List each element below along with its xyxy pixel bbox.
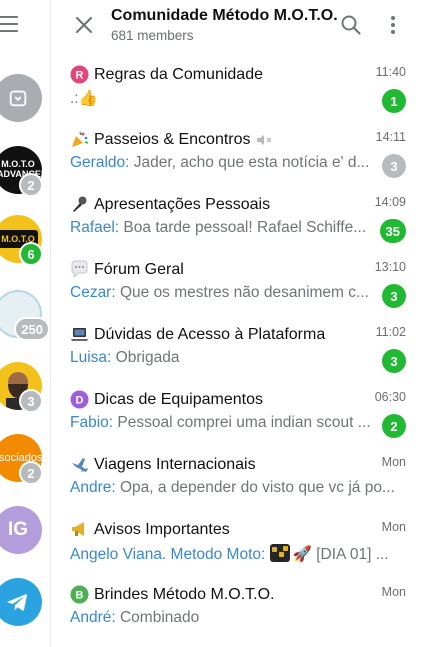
list-item[interactable]: B Brindes Método M.O.T.O. Mon André: Com… [51, 572, 421, 637]
last-message: Rafael: Boa tarde pessoal! Rafael Schiff… [70, 219, 367, 236]
list-item[interactable]: D Dicas de Equipamentos 06:30 Fabio: Pes… [51, 377, 421, 442]
topic-name: Apresentações Pessoais [70, 195, 270, 214]
laptop-icon [70, 325, 89, 344]
page-title: Comunidade Método M.O.T.O. [111, 7, 338, 24]
unread-badge: 3 [19, 389, 43, 413]
more-vertical-icon [391, 16, 395, 34]
letter-r-icon: R [70, 65, 89, 84]
list-item[interactable]: Dúvidas de Acesso à Plataforma 11:02 Lui… [51, 312, 421, 377]
muted-icon [256, 133, 272, 147]
topic-name: Viagens Internacionais [70, 455, 256, 474]
last-message: Andre: Opa, a depender do visto que vc j… [70, 479, 395, 496]
list-item[interactable]: R Regras da Comunidade 11:40 .:👍 1 [51, 52, 421, 117]
timestamp: 13:10 [374, 260, 406, 274]
letter-d-icon: D [70, 390, 89, 409]
list-item[interactable]: Avisos Importantes Mon Angelo Viana. Met… [51, 507, 421, 572]
microphone-icon [70, 195, 89, 214]
timestamp: Mon [381, 585, 406, 599]
last-message: Fabio: Pessoal comprei uma indian scout … [70, 414, 371, 431]
unread-badge: 2 [382, 414, 406, 438]
last-message: Luisa: Obrigada [70, 349, 180, 366]
timestamp: 11:40 [375, 65, 406, 79]
unread-badge: 3 [382, 154, 406, 178]
unread-badge: 3 [382, 349, 406, 373]
svg-text:R: R [76, 70, 84, 82]
rail-archive[interactable] [0, 74, 42, 122]
rail-chat-ig[interactable]: IG [0, 506, 42, 554]
unread-badge: 3 [382, 284, 406, 308]
chat-header: Comunidade Método M.O.T.O. 681 members [51, 0, 421, 52]
member-count: 681 members [111, 28, 194, 43]
topic-name: B Brindes Método M.O.T.O. [70, 585, 275, 604]
list-item[interactable]: Apresentações Pessoais 14:09 Rafael: Boa… [51, 182, 421, 247]
topic-name: D Dicas de Equipamentos [70, 390, 263, 409]
timestamp: 14:09 [374, 195, 406, 209]
rail-chat-community[interactable]: 250 [0, 290, 50, 341]
rail-telegram[interactable] [0, 578, 42, 626]
airplane-icon [70, 455, 89, 474]
party-popper-icon [70, 130, 89, 149]
timestamp: 06:30 [374, 390, 406, 404]
megaphone-icon [70, 520, 89, 539]
timestamp: 14:11 [375, 130, 406, 144]
search-button[interactable] [339, 13, 363, 37]
timestamp: Mon [381, 520, 406, 534]
unread-badge: 2 [19, 461, 43, 485]
media-thumbnail [269, 544, 290, 562]
last-message: Cezar: Que os mestres não desanimem c... [70, 284, 369, 301]
more-options-button[interactable] [381, 13, 405, 37]
archive-icon [0, 74, 42, 122]
timestamp: 11:02 [375, 325, 406, 339]
search-icon [341, 15, 361, 35]
list-item[interactable]: Viagens Internacionais Mon Andre: Opa, a… [51, 442, 421, 507]
svg-text:B: B [76, 590, 84, 602]
topic-name: Avisos Importantes [70, 520, 230, 539]
close-button[interactable] [71, 12, 97, 38]
ig-avatar: IG [0, 506, 42, 554]
rail-chat-moto-advanced[interactable]: M.O.T.O ADVANCED 2 [0, 146, 43, 197]
timestamp: Mon [381, 455, 406, 469]
unread-badge: 6 [19, 242, 43, 266]
list-item[interactable]: Fórum Geral 13:10 Cezar: Que os mestres … [51, 247, 421, 312]
list-item[interactable]: Passeios & Encontros 14:11 Geraldo: Jade… [51, 117, 421, 182]
letter-b-icon: B [70, 585, 89, 604]
menu-icon[interactable] [0, 16, 18, 34]
topic-name: Passeios & Encontros [70, 130, 272, 149]
rail-chat-moto[interactable]: M.O.T.O 6 [0, 215, 43, 266]
topic-name: Fórum Geral [70, 260, 184, 279]
close-icon [75, 16, 93, 34]
unread-badge: 35 [379, 219, 406, 243]
last-message: André: Combinado [70, 609, 200, 626]
topic-name: Dúvidas de Acesso à Plataforma [70, 325, 325, 344]
unread-badge: 250 [14, 317, 50, 341]
speech-bubble-icon [70, 260, 89, 279]
folder-rail: M.O.T.O ADVANCED 2 M.O.T.O 6 250 3 ssoci… [0, 0, 51, 647]
rail-chat-person[interactable]: 3 [0, 362, 43, 413]
unread-badge: 1 [382, 89, 406, 113]
topic-list: R Regras da Comunidade 11:40 .:👍 1 Passe… [51, 52, 421, 647]
topic-name: R Regras da Comunidade [70, 65, 263, 84]
last-message: Angelo Viana. Metodo Moto: 🚀 [DIA 01] ..… [70, 544, 389, 563]
telegram-icon [0, 578, 42, 626]
last-message: Geraldo: Jader, acho que esta notícia e'… [70, 154, 370, 171]
last-message: .:👍 [70, 90, 98, 107]
rail-chat-associados[interactable]: ssociados 2 [0, 434, 43, 485]
svg-text:D: D [76, 395, 84, 407]
unread-badge: 2 [19, 173, 43, 197]
